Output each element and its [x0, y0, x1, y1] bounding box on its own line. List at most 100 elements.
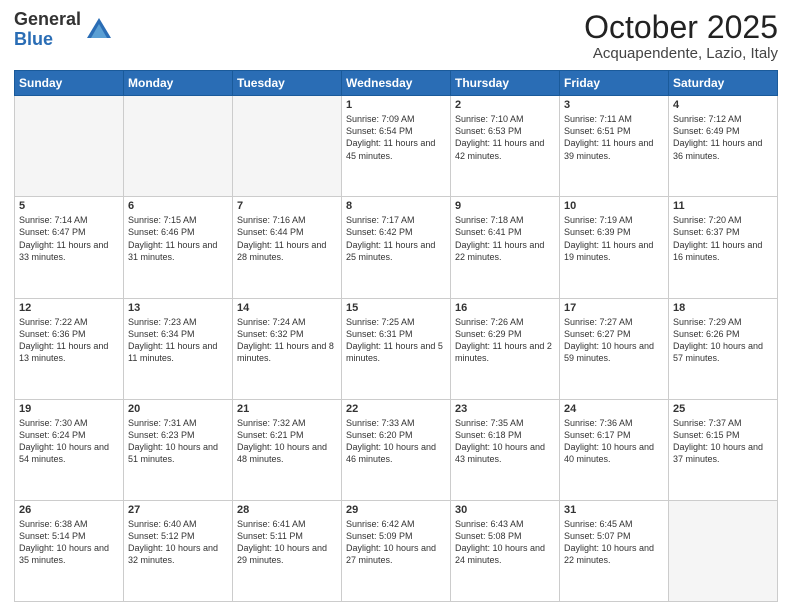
day-info: Sunrise: 6:45 AM Sunset: 5:07 PM Dayligh… — [564, 518, 664, 567]
header: General Blue October 2025 Acquapendente,… — [14, 10, 778, 62]
table-row: 5Sunrise: 7:14 AM Sunset: 6:47 PM Daylig… — [15, 197, 124, 298]
table-row: 13 Sunrise: 7:23 AM Sunset: 6:34 PM Dayli… — [124, 298, 233, 399]
table-row: 21 Sunrise: 7:32 AM Sunset: 6:21 PM Dayli… — [233, 399, 342, 500]
day-info: Sunrise: 7:36 AM Sunset: 6:17 PM Dayligh… — [564, 417, 664, 466]
table-row: 3 Sunrise: 7:11 AM Sunset: 6:51 PM Daylig… — [560, 96, 669, 197]
day-info: Sunrise: 7:18 AM Sunset: 6:41 PM Dayligh… — [455, 214, 555, 263]
day-number: 10 — [564, 200, 664, 212]
day-number: 12 — [19, 302, 119, 314]
day-info: Sunrise: 7:23 AM Sunset: 6:34 PM Dayligh… — [128, 316, 228, 365]
calendar-week-row: 5Sunrise: 7:14 AM Sunset: 6:47 PM Daylig… — [15, 197, 778, 298]
table-row: 26 Sunrise: 6:38 AM Sunset: 5:14 PM Dayli… — [15, 500, 124, 601]
day-number: 25 — [673, 403, 773, 415]
day-info: Sunrise: 6:38 AM Sunset: 5:14 PM Dayligh… — [19, 518, 119, 567]
table-row: 28 Sunrise: 6:41 AM Sunset: 5:11 PM Dayli… — [233, 500, 342, 601]
logo: General Blue — [14, 10, 113, 50]
day-info: Sunrise: 7:25 AM Sunset: 6:31 PM Dayligh… — [346, 316, 446, 365]
title-area: October 2025 Acquapendente, Lazio, Italy — [584, 10, 778, 62]
day-number: 15 — [346, 302, 446, 314]
day-number: 5 — [19, 200, 119, 212]
day-info: Sunrise: 7:29 AM Sunset: 6:26 PM Dayligh… — [673, 316, 773, 365]
calendar-table: Sunday Monday Tuesday Wednesday Thursday… — [14, 70, 778, 602]
calendar-week-row: 1 Sunrise: 7:09 AM Sunset: 6:54 PM Daylig… — [15, 96, 778, 197]
table-row: 8Sunrise: 7:17 AM Sunset: 6:42 PM Daylig… — [342, 197, 451, 298]
table-row: 22Sunrise: 7:33 AM Sunset: 6:20 PM Dayli… — [342, 399, 451, 500]
day-number: 11 — [673, 200, 773, 212]
day-number: 14 — [237, 302, 337, 314]
day-info: Sunrise: 7:37 AM Sunset: 6:15 PM Dayligh… — [673, 417, 773, 466]
day-number: 28 — [237, 504, 337, 516]
table-row: 20Sunrise: 7:31 AM Sunset: 6:23 PM Dayli… — [124, 399, 233, 500]
day-number: 16 — [455, 302, 555, 314]
day-number: 9 — [455, 200, 555, 212]
day-number: 27 — [128, 504, 228, 516]
day-number: 4 — [673, 99, 773, 111]
table-row: 10 Sunrise: 7:19 AM Sunset: 6:39 PM Dayli… — [560, 197, 669, 298]
table-row: 23 Sunrise: 7:35 AM Sunset: 6:18 PM Dayli… — [451, 399, 560, 500]
table-row — [233, 96, 342, 197]
day-info: Sunrise: 7:22 AM Sunset: 6:36 PM Dayligh… — [19, 316, 119, 365]
table-row: 27 Sunrise: 6:40 AM Sunset: 5:12 PM Dayli… — [124, 500, 233, 601]
day-info: Sunrise: 7:19 AM Sunset: 6:39 PM Dayligh… — [564, 214, 664, 263]
calendar-week-row: 26 Sunrise: 6:38 AM Sunset: 5:14 PM Dayli… — [15, 500, 778, 601]
page: General Blue October 2025 Acquapendente,… — [0, 0, 792, 612]
table-row: 19 Sunrise: 7:30 AM Sunset: 6:24 PM Dayli… — [15, 399, 124, 500]
day-info: Sunrise: 7:31 AM Sunset: 6:23 PM Dayligh… — [128, 417, 228, 466]
day-info: Sunrise: 7:16 AM Sunset: 6:44 PM Dayligh… — [237, 214, 337, 263]
table-row: 16 Sunrise: 7:26 AM Sunset: 6:29 PM Dayli… — [451, 298, 560, 399]
day-info: Sunrise: 6:43 AM Sunset: 5:08 PM Dayligh… — [455, 518, 555, 567]
table-row: 11 Sunrise: 7:20 AM Sunset: 6:37 PM Dayli… — [669, 197, 778, 298]
day-info: Sunrise: 7:33 AM Sunset: 6:20 PM Dayligh… — [346, 417, 446, 466]
table-row: 25 Sunrise: 7:37 AM Sunset: 6:15 PM Dayli… — [669, 399, 778, 500]
day-info: Sunrise: 7:26 AM Sunset: 6:29 PM Dayligh… — [455, 316, 555, 365]
table-row: 4 Sunrise: 7:12 AM Sunset: 6:49 PM Daylig… — [669, 96, 778, 197]
table-row — [15, 96, 124, 197]
table-row — [669, 500, 778, 601]
table-row: 18Sunrise: 7:29 AM Sunset: 6:26 PM Dayli… — [669, 298, 778, 399]
day-number: 13 — [128, 302, 228, 314]
day-number: 1 — [346, 99, 446, 111]
day-info: Sunrise: 7:30 AM Sunset: 6:24 PM Dayligh… — [19, 417, 119, 466]
day-info: Sunrise: 7:27 AM Sunset: 6:27 PM Dayligh… — [564, 316, 664, 365]
table-row: 6 Sunrise: 7:15 AM Sunset: 6:46 PM Daylig… — [124, 197, 233, 298]
day-number: 26 — [19, 504, 119, 516]
day-number: 3 — [564, 99, 664, 111]
header-saturday: Saturday — [669, 71, 778, 96]
day-number: 6 — [128, 200, 228, 212]
header-tuesday: Tuesday — [233, 71, 342, 96]
header-wednesday: Wednesday — [342, 71, 451, 96]
table-row — [124, 96, 233, 197]
day-info: Sunrise: 7:09 AM Sunset: 6:54 PM Dayligh… — [346, 113, 446, 162]
day-info: Sunrise: 6:41 AM Sunset: 5:11 PM Dayligh… — [237, 518, 337, 567]
day-number: 8 — [346, 200, 446, 212]
day-info: Sunrise: 7:15 AM Sunset: 6:46 PM Dayligh… — [128, 214, 228, 263]
day-number: 17 — [564, 302, 664, 314]
day-number: 31 — [564, 504, 664, 516]
table-row: 7 Sunrise: 7:16 AM Sunset: 6:44 PM Daylig… — [233, 197, 342, 298]
day-number: 19 — [19, 403, 119, 415]
day-info: Sunrise: 7:11 AM Sunset: 6:51 PM Dayligh… — [564, 113, 664, 162]
day-number: 21 — [237, 403, 337, 415]
table-row: 14 Sunrise: 7:24 AM Sunset: 6:32 PM Dayli… — [233, 298, 342, 399]
table-row: 24Sunrise: 7:36 AM Sunset: 6:17 PM Dayli… — [560, 399, 669, 500]
logo-text: General Blue — [14, 10, 81, 50]
day-info: Sunrise: 6:40 AM Sunset: 5:12 PM Dayligh… — [128, 518, 228, 567]
day-info: Sunrise: 7:12 AM Sunset: 6:49 PM Dayligh… — [673, 113, 773, 162]
table-row: 1 Sunrise: 7:09 AM Sunset: 6:54 PM Daylig… — [342, 96, 451, 197]
day-info: Sunrise: 7:10 AM Sunset: 6:53 PM Dayligh… — [455, 113, 555, 162]
day-info: Sunrise: 7:32 AM Sunset: 6:21 PM Dayligh… — [237, 417, 337, 466]
day-info: Sunrise: 7:35 AM Sunset: 6:18 PM Dayligh… — [455, 417, 555, 466]
logo-blue: Blue — [14, 30, 81, 50]
logo-icon — [85, 16, 113, 44]
calendar-week-row: 19 Sunrise: 7:30 AM Sunset: 6:24 PM Dayli… — [15, 399, 778, 500]
day-number: 23 — [455, 403, 555, 415]
day-info: Sunrise: 7:24 AM Sunset: 6:32 PM Dayligh… — [237, 316, 337, 365]
day-number: 7 — [237, 200, 337, 212]
month-title: October 2025 — [584, 10, 778, 45]
day-info: Sunrise: 7:20 AM Sunset: 6:37 PM Dayligh… — [673, 214, 773, 263]
header-friday: Friday — [560, 71, 669, 96]
header-monday: Monday — [124, 71, 233, 96]
location: Acquapendente, Lazio, Italy — [584, 45, 778, 62]
day-info: Sunrise: 6:42 AM Sunset: 5:09 PM Dayligh… — [346, 518, 446, 567]
day-number: 29 — [346, 504, 446, 516]
